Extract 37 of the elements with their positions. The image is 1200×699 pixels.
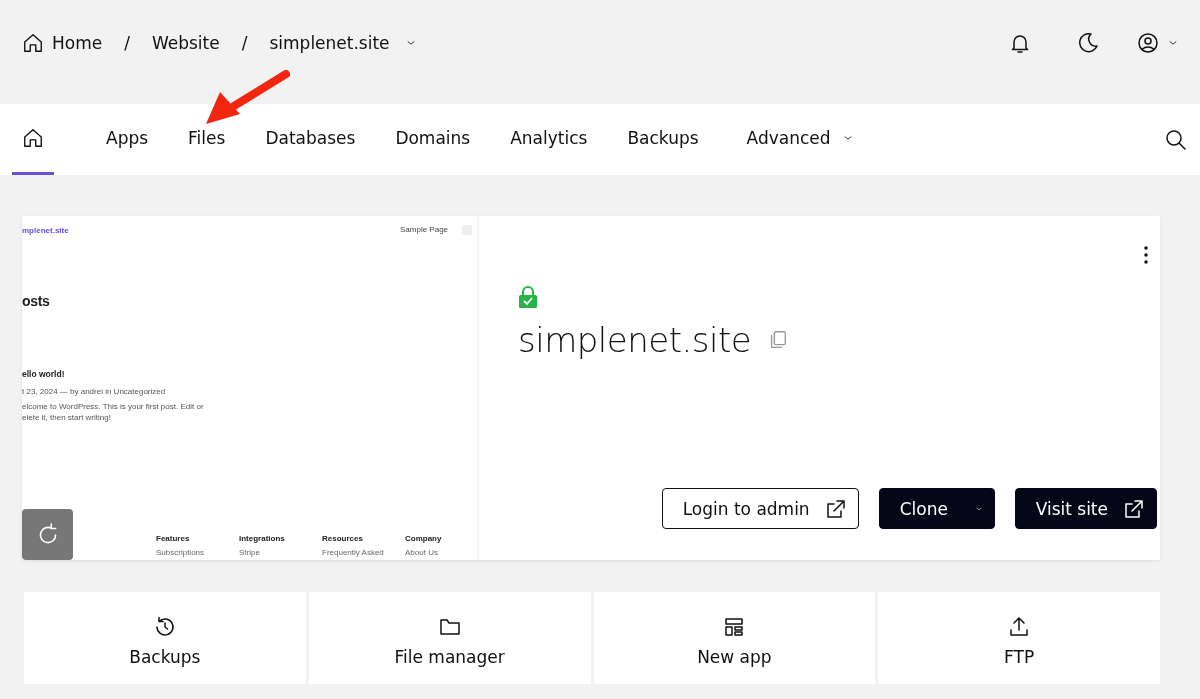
nav-tab[interactable]: Databases xyxy=(245,104,376,175)
footer-heading: Features xyxy=(156,534,190,543)
clone-button[interactable]: Clone xyxy=(878,488,995,529)
more-options-icon xyxy=(1144,246,1148,264)
post-excerpt: elete it, then start writing! xyxy=(22,413,111,422)
breadcrumb-link[interactable]: simplenet.site xyxy=(269,33,418,53)
home-icon xyxy=(22,127,44,149)
moon-icon xyxy=(1076,31,1100,55)
post-excerpt: elcome to WordPress. This is your first post. Edit or xyxy=(22,402,204,411)
home-icon xyxy=(22,32,44,54)
nav-tab[interactable]: Advanced xyxy=(726,104,875,175)
quick-action-tile[interactable]: FTP xyxy=(878,592,1160,684)
breadcrumb-link[interactable]: Home xyxy=(22,32,103,54)
quick-action-tile[interactable]: Backups xyxy=(24,592,306,684)
breadcrumb-separator: / xyxy=(241,33,248,53)
quick-action-tile[interactable]: File manager xyxy=(308,592,591,684)
quick-action-tile[interactable]: New app xyxy=(593,592,876,684)
refresh-button[interactable] xyxy=(22,509,73,560)
breadcrumb-separator: / xyxy=(124,33,130,53)
footer-heading: Integrations xyxy=(239,534,285,543)
nav-tab[interactable]: Files xyxy=(168,104,246,175)
footer-heading: Resources xyxy=(322,534,363,543)
post-meta: t 23, 2024 — by andrei in Uncategorized xyxy=(22,387,166,396)
nav-tab[interactable]: Domains xyxy=(375,104,491,175)
site-domain: simplenet.site xyxy=(518,320,752,360)
visit-site-button[interactable]: Visit site xyxy=(1014,488,1157,529)
page-heading: osts xyxy=(22,293,50,309)
search-icon xyxy=(1164,127,1188,152)
nav-tab[interactable]: Backups xyxy=(607,104,719,175)
user-avatar-icon xyxy=(1136,31,1160,55)
nav-tab[interactable]: Apps xyxy=(86,104,169,175)
footer-heading: Company xyxy=(405,534,442,543)
login-button[interactable]: Login to admin xyxy=(661,488,859,529)
site-logo: mplenet.site xyxy=(22,226,69,235)
nav-tab[interactable]: Analytics xyxy=(490,104,608,175)
breadcrumb-link[interactable]: Website xyxy=(151,33,220,53)
post-title: ello world! xyxy=(22,369,65,379)
